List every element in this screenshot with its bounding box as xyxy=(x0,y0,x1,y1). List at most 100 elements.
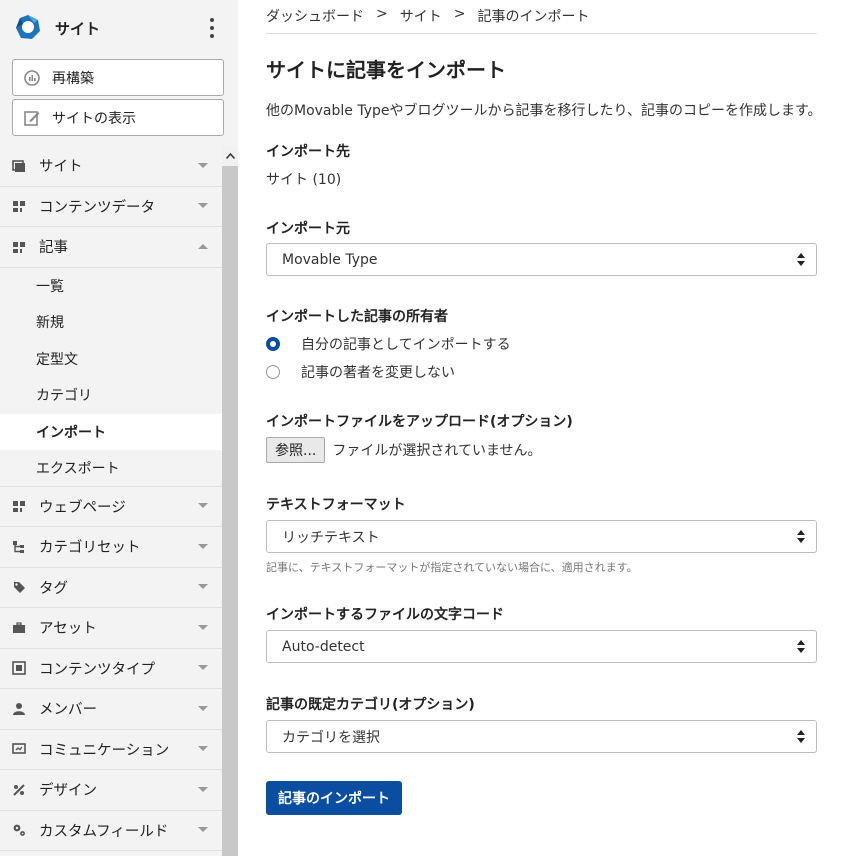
sidebar-item-label: コンテンツデータ xyxy=(39,199,155,216)
sidebar-subitem[interactable]: 一覧 xyxy=(0,267,222,304)
sidebar-item-label: ウェブページ xyxy=(39,499,126,516)
sidebar-item-label: 記事 xyxy=(39,240,68,257)
sidebar-item[interactable]: カテゴリセット xyxy=(0,527,222,568)
sidebar-item[interactable]: メンバー xyxy=(0,689,222,730)
sidebar-item[interactable]: コンテンツタイプ xyxy=(0,648,222,689)
upload-label: インポートファイルをアップロード(オプション) xyxy=(266,414,573,430)
sidebar-subitem[interactable]: インポート xyxy=(0,413,222,450)
radio-unchecked-icon[interactable] xyxy=(266,365,280,379)
breadcrumb-current: 記事のインポート xyxy=(477,9,590,25)
encoding-select[interactable]: Auto-detect xyxy=(266,630,817,663)
sidebar-subitem[interactable]: 新規 xyxy=(0,304,222,341)
chevron-down-icon[interactable] xyxy=(198,624,208,630)
tag-icon xyxy=(12,580,26,594)
sidebar-item[interactable]: コンテンツデータ xyxy=(0,186,222,227)
sidebar-subitem[interactable]: カテゴリ xyxy=(0,377,222,414)
sidebar-item-label: デザイン xyxy=(39,783,97,800)
chevron-up-icon[interactable] xyxy=(198,243,208,249)
sidebar-item[interactable]: タグ xyxy=(0,567,222,608)
owner-label: インポートした記事の所有者 xyxy=(266,309,448,325)
movable-type-logo-icon[interactable] xyxy=(14,13,42,41)
sidebar-item[interactable]: サイト xyxy=(0,146,222,187)
scroll-up-arrow-icon[interactable] xyxy=(222,146,238,166)
text-format-select[interactable]: リッチテキスト xyxy=(266,520,817,553)
sidebar-subitem[interactable]: 定型文 xyxy=(0,340,222,377)
encoding-value: Auto-detect xyxy=(282,638,365,655)
default-category-value: カテゴリを選択 xyxy=(282,729,380,746)
window-icon xyxy=(12,159,26,173)
edit-icon xyxy=(24,110,40,126)
grid-icon xyxy=(12,199,26,213)
chevron-down-icon[interactable] xyxy=(198,503,208,509)
breadcrumb: ダッシュボード > サイト > 記事のインポート xyxy=(266,6,817,34)
owner-option-keep[interactable]: 記事の著者を変更しない xyxy=(266,362,455,382)
grid-icon xyxy=(12,499,26,513)
user-icon xyxy=(12,702,26,716)
comment-icon xyxy=(12,742,26,756)
sidebar-item[interactable]: ウェブページ xyxy=(0,486,222,527)
breadcrumb-site[interactable]: サイト xyxy=(400,6,442,26)
chevron-down-icon[interactable] xyxy=(198,705,208,711)
import-to-label: インポート先 xyxy=(266,144,350,160)
sidebar-item-label: アセット xyxy=(39,621,97,638)
grid-icon xyxy=(12,240,26,254)
content-type-icon xyxy=(12,661,26,676)
select-arrows-icon xyxy=(797,530,805,544)
more-menu-icon[interactable] xyxy=(202,16,222,40)
sidebar-menu: サイトコンテンツデータ 記事一覧 新規 定型文 カテゴリ インポート エクスポートウェブペー… xyxy=(0,146,222,851)
rebuild-label: 再構築 xyxy=(52,70,94,87)
page-intro: 他のMovable Typeやブログツールから記事を移行したり、記事のコピーを作… xyxy=(266,103,822,119)
import-to-value: サイト (10) xyxy=(266,172,342,188)
tree-icon xyxy=(12,540,26,554)
breadcrumb-separator: > xyxy=(453,6,466,22)
design-icon xyxy=(12,783,26,797)
sidebar-subitem[interactable]: エクスポート xyxy=(0,450,222,487)
text-format-hint: 記事に、テキストフォーマットが指定されていない場合に、適用されます。 xyxy=(266,561,638,574)
owner-option-self[interactable]: 自分の記事としてインポートする xyxy=(266,334,511,354)
sidebar: サイト 再構築 サイトの表示 サイトコンテンツデータ 記事一覧 新規 定型文 カテゴリイ… xyxy=(0,0,238,856)
chevron-down-icon[interactable] xyxy=(198,827,208,833)
breadcrumb-separator: > xyxy=(376,6,388,22)
view-site-label: サイトの表示 xyxy=(52,110,136,127)
default-category-select[interactable]: カテゴリを選択 xyxy=(266,720,817,753)
sidebar-item-label: カテゴリセット xyxy=(39,540,141,557)
sidebar-header: サイト xyxy=(0,0,238,56)
import-from-select[interactable]: Movable Type xyxy=(266,243,817,276)
chevron-down-icon[interactable] xyxy=(198,665,208,671)
sidebar-item[interactable]: アセット xyxy=(0,608,222,649)
file-upload: 参照... ファイルが選択されていません。 xyxy=(266,437,542,463)
file-status: ファイルが選択されていません。 xyxy=(332,443,542,459)
site-name[interactable]: サイト xyxy=(55,18,100,39)
import-from-value: Movable Type xyxy=(282,251,378,268)
radio-checked-icon[interactable] xyxy=(266,337,280,351)
text-format-label: テキストフォーマット xyxy=(266,497,406,513)
briefcase-icon xyxy=(12,621,26,635)
select-arrows-icon xyxy=(797,640,805,654)
sidebar-item[interactable]: カスタムフィールド xyxy=(0,810,222,851)
sidebar-item-label: コミュニケーション xyxy=(39,742,170,759)
rebuild-button[interactable]: 再構築 xyxy=(12,59,224,96)
chevron-down-icon[interactable] xyxy=(198,786,208,792)
browse-button[interactable]: 参照... xyxy=(266,437,326,463)
sidebar-scrollbar[interactable] xyxy=(222,146,238,856)
sidebar-item[interactable]: コミュニケーション xyxy=(0,729,222,770)
chevron-down-icon[interactable] xyxy=(198,162,208,168)
sidebar-item-label: カスタムフィールド xyxy=(39,823,169,840)
breadcrumb-dashboard[interactable]: ダッシュボード xyxy=(266,6,364,26)
chevron-down-icon[interactable] xyxy=(198,584,208,590)
sidebar-item-label: タグ xyxy=(39,580,68,597)
sidebar-item[interactable]: デザイン xyxy=(0,770,222,811)
import-from-label: インポート元 xyxy=(266,221,350,237)
chevron-down-icon[interactable] xyxy=(198,203,208,209)
owner-option-keep-label: 記事の著者を変更しない xyxy=(301,365,455,381)
select-arrows-icon xyxy=(797,730,805,744)
chevron-down-icon[interactable] xyxy=(198,543,208,549)
sidebar-item-label: メンバー xyxy=(39,702,97,719)
sidebar-item-label: サイト xyxy=(39,159,83,176)
view-site-button[interactable]: サイトの表示 xyxy=(12,99,224,136)
chevron-down-icon[interactable] xyxy=(198,746,208,752)
import-entries-button[interactable]: 記事のインポート xyxy=(266,781,402,815)
select-arrows-icon xyxy=(797,253,805,267)
sidebar-item[interactable]: 記事 xyxy=(0,227,222,268)
gear-icon xyxy=(12,823,26,837)
